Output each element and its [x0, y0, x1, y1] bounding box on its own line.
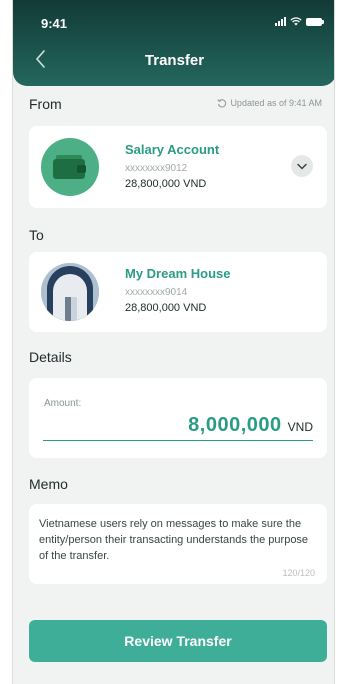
refresh-icon — [217, 99, 227, 108]
page-title: Transfer — [144, 52, 205, 69]
amount-label: Amount: — [44, 398, 82, 409]
phone-screen: 9:41 Transfer From Updated as of 9:41 AM — [12, 0, 335, 684]
app-header: 9:41 Transfer — [13, 0, 334, 86]
memo-text: Vietnamese users rely on messages to mak… — [39, 518, 309, 562]
from-account-number: xxxxxxxx9012 — [125, 163, 188, 174]
amount-underline — [43, 440, 313, 441]
amount-value: 8,000,000 — [188, 414, 282, 436]
to-label: To — [29, 227, 44, 243]
memo-char-count: 120/120 — [282, 568, 315, 578]
to-account-number: xxxxxxxx9014 — [125, 287, 188, 298]
updated-text: Updated as of 9:41 AM — [230, 98, 322, 108]
house-image — [41, 263, 99, 321]
status-icons — [275, 17, 324, 26]
account-dropdown-button[interactable] — [291, 155, 313, 177]
amount-unit: VND — [287, 420, 313, 434]
battery-icon — [306, 17, 324, 26]
wallet-avatar — [41, 138, 99, 196]
wallet-icon — [53, 155, 86, 179]
memo-field[interactable]: Vietnamese users rely on messages to mak… — [29, 504, 327, 584]
to-account-name: My Dream House — [125, 266, 231, 281]
signal-icon — [275, 17, 286, 26]
amount-card[interactable]: Amount: 8,000,000 VND — [29, 378, 327, 458]
from-label: From — [29, 96, 62, 112]
to-account-card[interactable]: My Dream House xxxxxxxx9014 28,800,000 V… — [29, 252, 327, 332]
amount-field[interactable]: 8,000,000 VND — [188, 414, 313, 437]
from-account-name: Salary Account — [125, 142, 220, 157]
from-account-card[interactable]: Salary Account xxxxxxxx9012 28,800,000 V… — [29, 126, 327, 208]
chevron-down-icon — [297, 163, 307, 170]
from-account-balance: 28,800,000 VND — [125, 178, 207, 190]
house-avatar — [41, 263, 99, 321]
review-transfer-button[interactable]: Review Transfer — [29, 620, 327, 662]
memo-label: Memo — [29, 476, 68, 492]
wifi-icon — [290, 17, 302, 26]
details-label: Details — [29, 349, 72, 365]
status-time: 9:41 — [41, 16, 68, 31]
updated-timestamp[interactable]: Updated as of 9:41 AM — [217, 98, 322, 108]
to-account-balance: 28,800,000 VND — [125, 302, 207, 314]
